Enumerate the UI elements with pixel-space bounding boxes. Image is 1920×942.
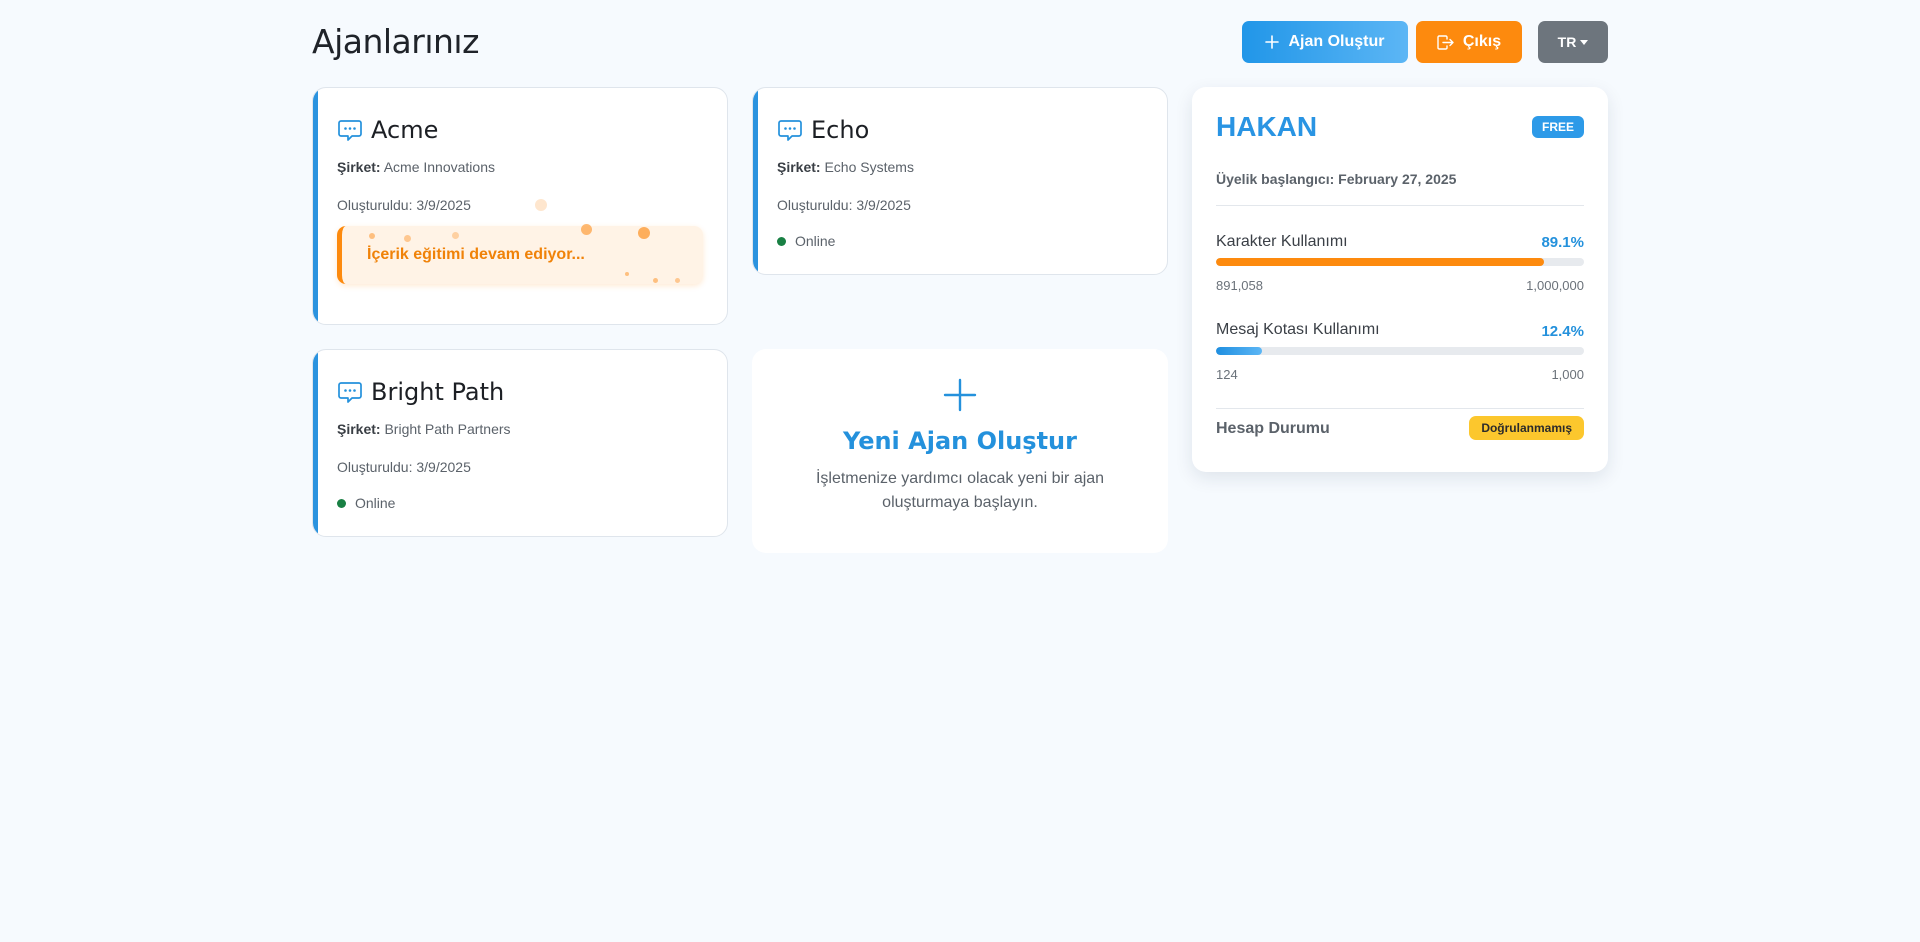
online-dot-icon xyxy=(337,498,346,508)
character-usage-label: Karakter Kullanımı xyxy=(1216,233,1348,250)
agent-status: Online xyxy=(777,233,835,249)
plus-icon xyxy=(943,378,977,412)
logout-icon xyxy=(1437,34,1454,50)
divider xyxy=(1216,205,1584,206)
logout-label: Çıkış xyxy=(1462,33,1502,50)
new-agent-title: Yeni Ajan Oluştur xyxy=(843,427,1077,455)
spark-decoration xyxy=(369,233,375,239)
agent-company: Şirket: Echo Systems xyxy=(777,159,914,175)
member-since: Üyelik başlangıcı: February 27, 2025 xyxy=(1216,171,1457,187)
create-agent-label: Ajan Oluştur xyxy=(1288,33,1385,50)
agent-status: Online xyxy=(337,495,395,511)
new-agent-card[interactable]: Yeni Ajan Oluştur İşletmenize yardımcı o… xyxy=(752,349,1168,553)
message-usage-label: Mesaj Kotası Kullanımı xyxy=(1216,321,1380,338)
account-status-label: Hesap Durumu xyxy=(1216,420,1330,437)
message-usage-percent: 12.4% xyxy=(1541,323,1584,340)
language-label: TR xyxy=(1557,34,1577,50)
character-usage-fill xyxy=(1216,258,1544,266)
create-agent-button[interactable]: Ajan Oluştur xyxy=(1242,21,1408,63)
company-value: Echo Systems xyxy=(824,159,914,175)
profile-card: HAKAN FREE Üyelik başlangıcı: February 2… xyxy=(1192,87,1608,472)
character-usage-limit: 1,000,000 xyxy=(1526,278,1584,293)
spark-decoration xyxy=(581,224,592,235)
training-status-text: İçerik eğitimi devam ediyor... xyxy=(367,246,585,263)
agent-name: Acme xyxy=(371,116,439,144)
spark-decoration xyxy=(535,199,547,211)
company-value: Bright Path Partners xyxy=(384,421,511,437)
character-usage-used: 891,058 xyxy=(1216,278,1263,293)
agent-company: Şirket: Bright Path Partners xyxy=(337,421,511,437)
message-usage-bar xyxy=(1216,347,1584,355)
user-name: HAKAN xyxy=(1216,111,1318,142)
spark-decoration xyxy=(653,278,658,283)
spark-decoration xyxy=(452,232,459,239)
character-usage-bar xyxy=(1216,258,1584,266)
spark-decoration xyxy=(625,272,629,276)
company-label: Şirket: xyxy=(337,159,381,175)
message-usage-used: 124 xyxy=(1216,367,1238,382)
agent-name: Bright Path xyxy=(371,378,505,406)
page-title: Ajanlarınız xyxy=(312,22,479,61)
plan-badge: FREE xyxy=(1531,116,1584,138)
status-text: Online xyxy=(795,233,836,249)
spark-decoration xyxy=(675,278,680,283)
logout-button[interactable]: Çıkış xyxy=(1416,21,1522,63)
character-usage-percent: 89.1% xyxy=(1541,234,1584,251)
company-label: Şirket: xyxy=(777,159,821,175)
chat-icon xyxy=(778,120,802,141)
online-dot-icon xyxy=(777,236,786,246)
language-dropdown[interactable]: TR xyxy=(1538,21,1608,63)
company-label: Şirket: xyxy=(337,421,381,437)
company-value: Acme Innovations xyxy=(383,159,495,175)
status-text: Online xyxy=(355,495,396,511)
divider xyxy=(1216,408,1584,409)
plus-icon xyxy=(1265,35,1280,49)
agent-card-acme[interactable]: Acme Şirket: Acme Innovations Oluşturuld… xyxy=(312,87,728,325)
spark-decoration xyxy=(404,235,411,242)
agent-created: Oluşturuldu: 3/9/2025 xyxy=(337,459,471,475)
agent-name: Echo xyxy=(811,116,870,144)
message-usage-fill xyxy=(1216,347,1262,355)
agent-created: Oluşturuldu: 3/9/2025 xyxy=(337,197,471,213)
agent-card-echo[interactable]: Echo Şirket: Echo Systems Oluşturuldu: 3… xyxy=(752,87,1168,275)
spark-decoration xyxy=(638,227,650,239)
chat-icon xyxy=(338,382,362,403)
agent-created: Oluşturuldu: 3/9/2025 xyxy=(777,197,911,213)
account-status-badge: Doğrulanmamış xyxy=(1469,416,1584,440)
message-usage-limit: 1,000 xyxy=(1551,367,1584,382)
agent-company: Şirket: Acme Innovations xyxy=(337,159,495,175)
chat-icon xyxy=(338,120,362,141)
caret-down-icon xyxy=(1580,39,1589,45)
agent-card-bright-path[interactable]: Bright Path Şirket: Bright Path Partners… xyxy=(312,349,728,537)
new-agent-description: İşletmenize yardımcı olacak yeni bir aja… xyxy=(815,470,1105,511)
